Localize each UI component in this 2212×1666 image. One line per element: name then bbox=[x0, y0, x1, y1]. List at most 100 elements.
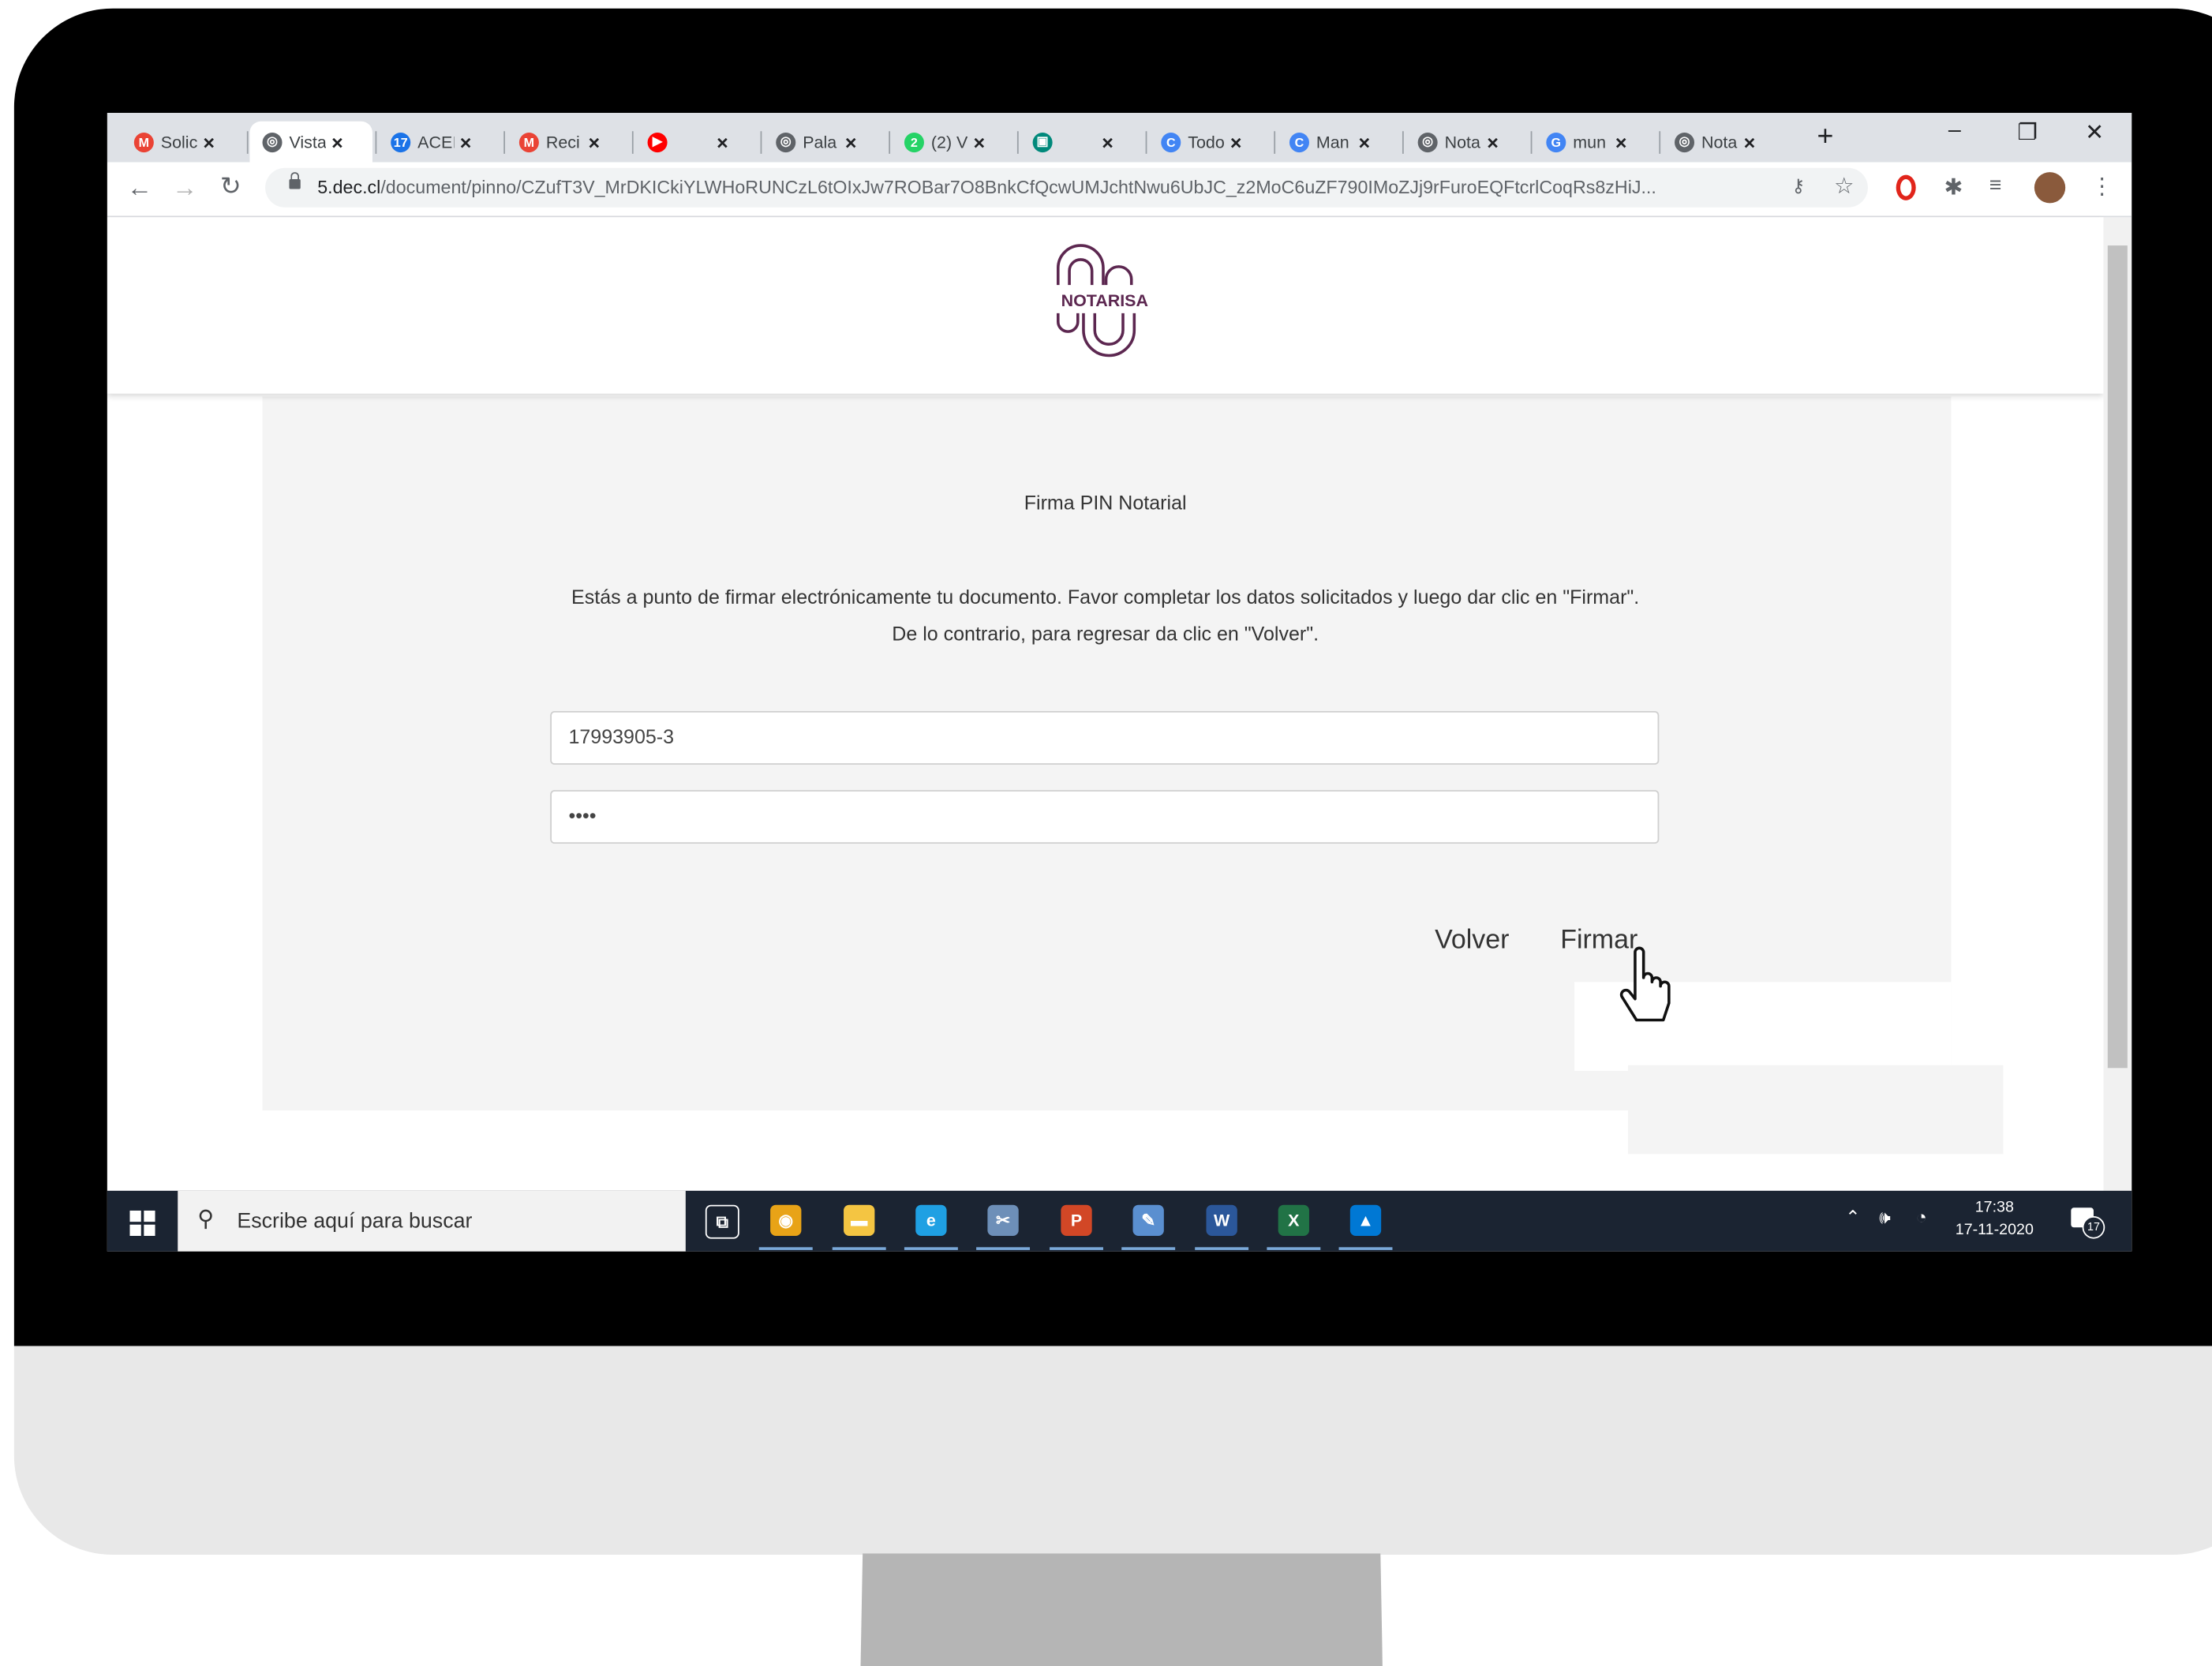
clock-date: 17-11-2020 bbox=[1955, 1222, 2034, 1239]
browser-tab[interactable]: C Man × bbox=[1277, 122, 1400, 163]
close-tab-icon[interactable]: × bbox=[331, 130, 343, 153]
maximize-button[interactable]: ❐ bbox=[2017, 118, 2038, 147]
snipping-icon[interactable]: ✂ bbox=[987, 1204, 1019, 1237]
tab-title: mun bbox=[1573, 132, 1607, 152]
powerpoint-icon[interactable]: P bbox=[1061, 1204, 1092, 1237]
speaker-icon[interactable]: 🕪 bbox=[1879, 1206, 1891, 1229]
browser-tab[interactable]: Gmun × bbox=[1533, 122, 1656, 163]
globe-icon: ◎ bbox=[262, 132, 283, 152]
clock-time: 17:38 bbox=[1974, 1199, 2014, 1216]
media-control-icon[interactable]: ≡ bbox=[1989, 174, 2002, 197]
edge-icon[interactable]: e bbox=[915, 1204, 947, 1237]
key-icon[interactable]: ⚷ bbox=[1791, 175, 1805, 198]
lock-icon bbox=[289, 172, 301, 189]
wifi-icon[interactable]: ◔ bbox=[1916, 1206, 1927, 1227]
browser-tab[interactable]: M Solic × bbox=[122, 122, 245, 163]
close-tab-icon[interactable]: × bbox=[1744, 130, 1756, 153]
gmail-icon: M bbox=[133, 132, 154, 152]
back-button[interactable]: Volver bbox=[1435, 926, 1509, 957]
close-tab-icon[interactable]: × bbox=[717, 130, 728, 153]
tab-title: Pala bbox=[803, 132, 837, 152]
paint-icon[interactable]: ✎ bbox=[1132, 1204, 1164, 1237]
extensions-icon[interactable]: ✱ bbox=[1944, 174, 1963, 202]
tab-title: Vista bbox=[289, 132, 326, 152]
close-tab-icon[interactable]: × bbox=[1230, 130, 1242, 153]
globe-icon: ◎ bbox=[1675, 132, 1695, 152]
chrome-icon[interactable]: ◉ bbox=[770, 1204, 802, 1237]
tab-separator bbox=[760, 131, 762, 154]
browser-tab[interactable]: M Reci × bbox=[507, 122, 630, 163]
pin-input[interactable]: •••• bbox=[550, 790, 1660, 844]
menu-kebab-icon[interactable]: ⋮ bbox=[2090, 172, 2113, 200]
globe-icon: ◎ bbox=[1417, 132, 1438, 152]
running-app-indicator bbox=[976, 1247, 1031, 1250]
google-icon: G bbox=[1546, 132, 1566, 152]
scrollbar-thumb[interactable] bbox=[2107, 245, 2128, 1069]
browser-tab[interactable]: ▣ × bbox=[1020, 122, 1143, 163]
whatsapp-icon: 2 bbox=[904, 132, 924, 152]
close-tab-icon[interactable]: × bbox=[460, 130, 472, 153]
meet-icon: ▣ bbox=[1032, 132, 1053, 152]
browser-tab[interactable]: C Todo × bbox=[1148, 122, 1271, 163]
close-tab-icon[interactable]: × bbox=[1102, 130, 1113, 153]
tab-title: Solic bbox=[160, 132, 198, 152]
tab-separator bbox=[1402, 131, 1404, 154]
windows-start-icon[interactable] bbox=[129, 1210, 155, 1237]
running-app-indicator bbox=[904, 1247, 958, 1250]
word-icon[interactable]: W bbox=[1206, 1204, 1237, 1237]
monitor-chin bbox=[13, 1346, 2212, 1556]
close-tab-icon[interactable]: × bbox=[1615, 130, 1627, 153]
close-tab-icon[interactable]: × bbox=[1359, 130, 1371, 153]
system-clock[interactable]: 17:38 17-11-2020 bbox=[1956, 1196, 2034, 1241]
browser-toolbar: ← → ↻ 5.dec.cl/document/pinno/CZufT3V_Mr… bbox=[107, 162, 2132, 218]
back-arrow-icon[interactable]: ← bbox=[127, 174, 152, 204]
tab-separator bbox=[246, 131, 249, 154]
gmail-icon: M bbox=[518, 132, 539, 152]
task-view-icon[interactable]: ⧉ bbox=[705, 1204, 739, 1239]
opera-extension-icon[interactable] bbox=[1896, 174, 1916, 200]
close-tab-icon[interactable]: × bbox=[203, 130, 215, 153]
tab-title: Nota bbox=[1444, 132, 1480, 152]
app-icon: C bbox=[1161, 132, 1181, 152]
browser-tab[interactable]: ◎ Pala × bbox=[763, 122, 886, 163]
chevron-up-icon[interactable]: ⌃ bbox=[1845, 1206, 1860, 1229]
browser-tab[interactable]: ▶ × bbox=[634, 122, 758, 163]
tab-separator bbox=[1659, 131, 1661, 154]
instruction-text-secondary: De lo contrario, para regresar da clic e… bbox=[892, 622, 1319, 645]
bookmark-star-icon[interactable]: ☆ bbox=[1834, 172, 1855, 200]
photos-icon[interactable]: ▲ bbox=[1349, 1204, 1382, 1237]
monitor-stand bbox=[860, 1553, 1383, 1666]
browser-tab[interactable]: ◎ Nota × bbox=[1405, 122, 1529, 163]
tab-separator bbox=[889, 131, 891, 154]
browser-tab[interactable]: ◎ Nota × bbox=[1662, 122, 1785, 163]
minimize-button[interactable]: – bbox=[1948, 118, 1961, 144]
instruction-text: Estás a punto de firmar electrónicamente… bbox=[571, 585, 1640, 608]
forward-arrow-icon[interactable]: → bbox=[172, 174, 197, 204]
profile-avatar[interactable] bbox=[2034, 172, 2066, 204]
browser-tab[interactable]: ◎ Vista × bbox=[249, 121, 372, 163]
running-app-indicator bbox=[1267, 1247, 1321, 1250]
close-window-button[interactable]: ✕ bbox=[2085, 118, 2104, 147]
rut-input[interactable]: 17993905-3 bbox=[550, 711, 1660, 765]
close-tab-icon[interactable]: × bbox=[588, 130, 600, 153]
excel-icon[interactable]: X bbox=[1278, 1204, 1309, 1237]
url-text[interactable]: 5.dec.cl/document/pinno/CZufT3V_MrDKICki… bbox=[317, 176, 1784, 197]
address-bar[interactable]: 5.dec.cl/document/pinno/CZufT3V_MrDKICki… bbox=[265, 167, 1868, 208]
url-path: /document/pinno/CZufT3V_MrDKICkiYLWHoRUN… bbox=[380, 176, 1656, 198]
blank-panel-block bbox=[1628, 1065, 2004, 1155]
close-tab-icon[interactable]: × bbox=[845, 130, 857, 153]
notarisa-logo[interactable]: NOTARISA bbox=[1041, 242, 1168, 369]
close-tab-icon[interactable]: × bbox=[974, 130, 986, 153]
browser-tab[interactable]: 17 ACEI × bbox=[378, 122, 501, 163]
notification-center-icon[interactable]: 17 bbox=[2071, 1205, 2105, 1239]
reload-icon[interactable]: ↻ bbox=[220, 172, 241, 202]
new-tab-button[interactable]: + bbox=[1817, 122, 1834, 154]
file-explorer-icon[interactable]: ▬ bbox=[844, 1204, 875, 1237]
tab-separator bbox=[1274, 131, 1276, 154]
browser-tab[interactable]: 2 (2) V × bbox=[892, 122, 1015, 163]
tab-title: Man bbox=[1316, 132, 1349, 152]
taskbar-search[interactable]: ⚲ Escribe aquí para buscar bbox=[178, 1190, 686, 1252]
close-tab-icon[interactable]: × bbox=[1487, 130, 1499, 153]
app-icon: C bbox=[1289, 132, 1309, 152]
tab-separator bbox=[375, 131, 377, 154]
